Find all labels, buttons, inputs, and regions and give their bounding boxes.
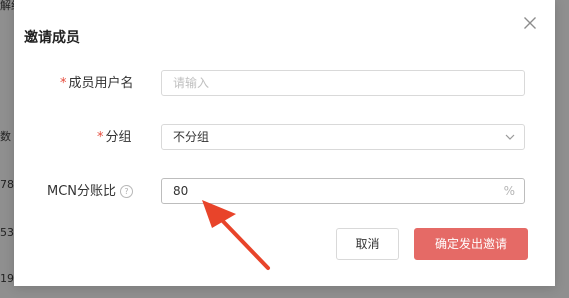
mcn-ratio-input[interactable] xyxy=(162,179,492,203)
background-cell: 78 xyxy=(0,178,14,191)
background-cell: 53 xyxy=(0,226,14,239)
background-column-header: 数 xyxy=(0,130,11,143)
username-input[interactable] xyxy=(162,71,492,95)
required-mark: * xyxy=(97,130,104,145)
mcn-ratio-field[interactable]: % xyxy=(161,178,525,204)
confirm-invite-button[interactable]: 确定发出邀请 xyxy=(414,228,528,260)
username-label: * 成员用户名 xyxy=(60,74,134,94)
username-label-text: 成员用户名 xyxy=(68,76,134,91)
username-field[interactable] xyxy=(161,70,525,96)
background-cell: 19 xyxy=(0,272,14,285)
question-circle-icon[interactable]: ? xyxy=(120,185,134,198)
group-select[interactable]: 不分组 xyxy=(161,124,525,150)
required-mark: * xyxy=(60,76,67,91)
mcn-ratio-label-text: MCN分账比 xyxy=(47,184,117,199)
group-label: * 分组 xyxy=(97,128,132,148)
mcn-ratio-label: MCN分账比? xyxy=(47,182,134,202)
invite-member-dialog: 邀请成员 *成员用户名 *分组 不分组 MCN分账比? % 取消 确定发出邀请 xyxy=(14,0,555,286)
group-select-value: 不分组 xyxy=(173,130,210,144)
group-label-text: 分组 xyxy=(105,130,132,145)
cancel-button[interactable]: 取消 xyxy=(336,228,399,260)
percent-suffix: % xyxy=(503,184,515,198)
chevron-down-icon xyxy=(505,134,515,140)
dialog-title: 邀请成员 xyxy=(24,30,80,46)
close-icon[interactable] xyxy=(521,14,539,32)
